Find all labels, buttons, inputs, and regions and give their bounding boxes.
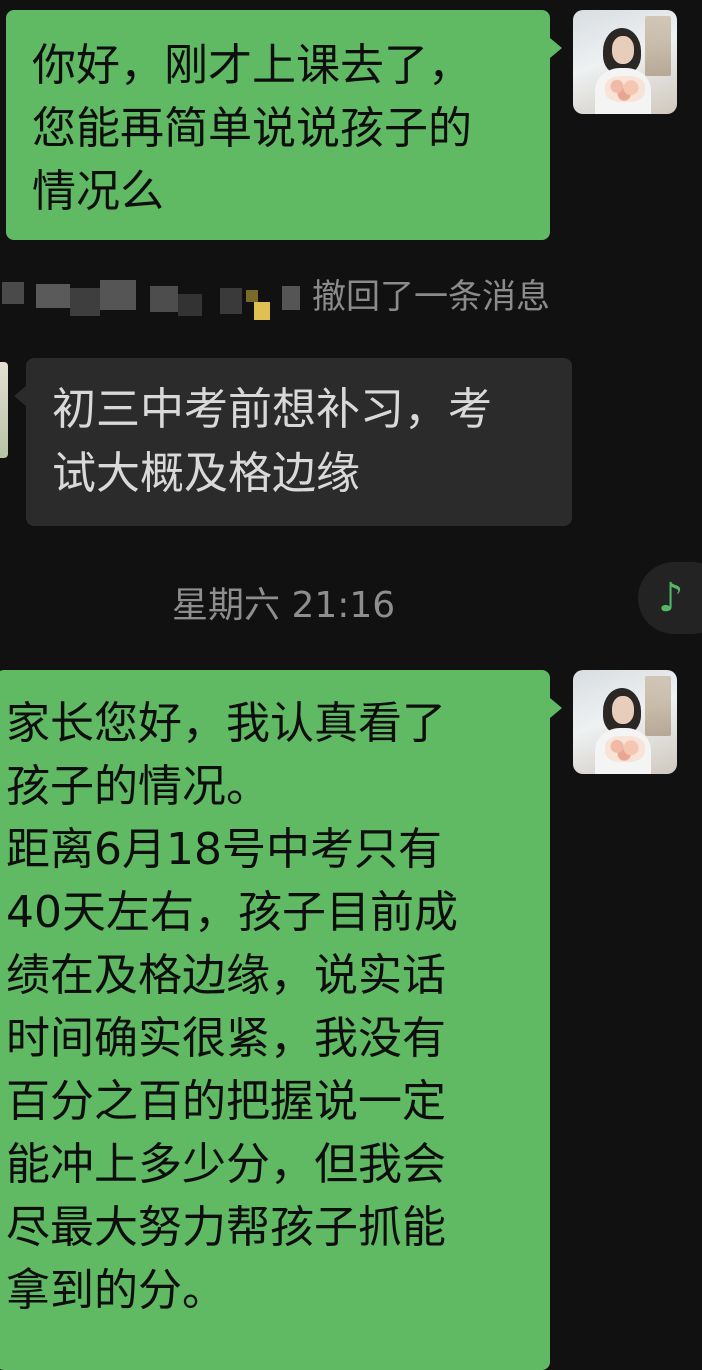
- redacted-sender-name: [0, 272, 310, 322]
- received-message-bubble[interactable]: 初三中考前想补习，考 试大概及格边缘: [26, 358, 572, 526]
- avatar[interactable]: [573, 10, 677, 114]
- sent-message-bubble-1[interactable]: 你好，刚才上课去了， 您能再简单说说孩子的 情况么: [6, 10, 550, 240]
- bubble-tail: [550, 38, 562, 58]
- message-text: 你好，刚才上课去了， 您能再简单说说孩子的 情况么: [32, 40, 472, 217]
- floating-music-button[interactable]: ♪: [638, 562, 702, 634]
- contact-avatar[interactable]: [0, 362, 8, 458]
- recall-notice: 撤回了一条消息: [312, 277, 550, 317]
- bubble-tail: [14, 386, 26, 406]
- message-timestamp: 星期六 21:16: [172, 585, 396, 626]
- sent-message-bubble-2[interactable]: 家长您好，我认真看了 孩子的情况。 距离6月18号中考只有 40天左右，孩子目前…: [0, 670, 550, 1370]
- music-note-icon: ♪: [658, 575, 684, 621]
- message-text: 初三中考前想补习，考 试大概及格边缘: [52, 384, 492, 499]
- message-text: 家长您好，我认真看了 孩子的情况。 距离6月18号中考只有 40天左右，孩子目前…: [6, 698, 458, 1316]
- avatar[interactable]: [573, 670, 677, 774]
- bubble-tail: [550, 698, 562, 718]
